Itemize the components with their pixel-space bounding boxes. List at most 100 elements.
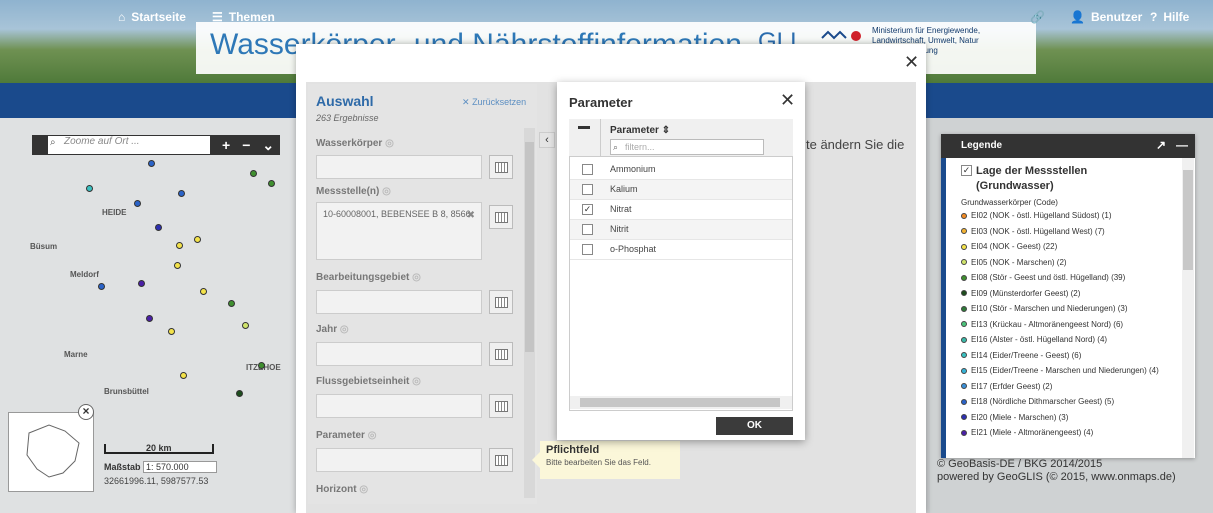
row-checkbox[interactable]	[582, 224, 593, 235]
legend-item: EI18 (Nördliche Dithmarscher Geest) (5)	[961, 397, 1114, 406]
expand-icon[interactable]: ↗	[1156, 138, 1166, 152]
grid-filter-input[interactable]: ⌕ filtern...	[610, 139, 764, 155]
measuring-point[interactable]	[228, 300, 235, 307]
grid-row[interactable]: Kalium	[570, 180, 792, 200]
close-icon[interactable]: ×	[78, 404, 94, 420]
table-icon	[494, 348, 508, 360]
measuring-point[interactable]	[146, 315, 153, 322]
messstelle-input[interactable]: 10-60008001, BEBENSEE B 8, 8566 ✖	[316, 202, 482, 260]
legend-item: EI15 (Eider/Treene - Marschen und Nieder…	[961, 366, 1159, 375]
row-checkbox[interactable]	[582, 164, 593, 175]
measuring-point[interactable]	[174, 262, 181, 269]
wasserkoerper-picker-button[interactable]	[489, 155, 513, 179]
measuring-point[interactable]	[155, 224, 162, 231]
legend-accent-bar	[941, 158, 946, 458]
nav-benutzer[interactable]: 👤 Benutzer	[1070, 10, 1142, 24]
legend-symbol-icon	[961, 305, 967, 312]
legend-item-label: EI14 (Eider/Treene - Geest) (6)	[971, 350, 1082, 360]
layer-visibility-checkbox[interactable]: ✓	[961, 165, 972, 176]
measuring-point[interactable]	[250, 170, 257, 177]
ok-button[interactable]: OK	[716, 417, 793, 435]
measuring-point[interactable]	[200, 288, 207, 295]
remove-tag-icon[interactable]: ✖	[467, 210, 475, 221]
row-label: o-Phosphat	[610, 244, 657, 254]
grid-row[interactable]: ✓ Nitrat	[570, 200, 792, 220]
grid-row[interactable]: Nitrit	[570, 220, 792, 240]
measuring-point[interactable]	[138, 280, 145, 287]
measuring-point[interactable]	[98, 283, 105, 290]
nav-startseite[interactable]: ⌂ Startseite	[118, 10, 186, 24]
legend-item: EI20 (Miele - Marschen) (3)	[961, 413, 1068, 422]
legend-symbol-icon	[961, 414, 967, 420]
legend-symbol-icon	[961, 321, 967, 327]
measuring-point[interactable]	[134, 200, 141, 207]
flussgebietseinheit-input[interactable]	[316, 394, 482, 418]
close-icon: ✕	[462, 97, 470, 107]
jahr-input[interactable]	[316, 342, 482, 366]
overview-map[interactable]	[8, 412, 94, 492]
measuring-point[interactable]	[168, 328, 175, 335]
select-all-minus-icon[interactable]	[578, 126, 590, 129]
table-icon	[494, 161, 508, 173]
measuring-point[interactable]	[268, 180, 275, 187]
column-header-parameter[interactable]: Parameter ⇕	[610, 125, 670, 136]
measuring-point[interactable]	[178, 190, 185, 197]
nav-themen[interactable]: ☰ Themen	[212, 10, 275, 24]
zoom-in-button[interactable]: +	[222, 137, 230, 153]
flussgebietseinheit-picker-button[interactable]	[489, 394, 513, 418]
tooltip-message: Bitte bearbeiten Sie das Feld.	[546, 458, 651, 467]
massstab-input[interactable]: 1: 570.000	[143, 461, 218, 473]
measuring-point[interactable]	[86, 185, 93, 192]
jahr-picker-button[interactable]	[489, 342, 513, 366]
legend-item: EI08 (Stör - Geest und östl. Hügelland) …	[961, 273, 1125, 282]
auswahl-scroll-thumb[interactable]	[525, 142, 534, 352]
legend-scroll-thumb[interactable]	[1183, 170, 1193, 270]
row-checkbox[interactable]	[582, 244, 593, 255]
field-label-text: Parameter	[316, 430, 365, 441]
nav-hilfe[interactable]: ? Hilfe	[1150, 10, 1189, 24]
filter-placeholder: filtern...	[625, 142, 655, 152]
zoom-out-button[interactable]: −	[242, 137, 250, 153]
legend-item-label: EI20 (Miele - Marschen) (3)	[971, 412, 1069, 422]
parameter-picker-button[interactable]	[489, 448, 513, 472]
select-all-cell[interactable]	[569, 119, 601, 157]
measuring-point[interactable]	[258, 362, 265, 369]
link-button[interactable]: 🔗	[1030, 10, 1045, 24]
column-header-label: Parameter	[610, 125, 659, 136]
label-wasserkoerper: Wasserkörper ◎	[316, 138, 394, 149]
bearbeitungsgebiet-input[interactable]	[316, 290, 482, 314]
measuring-point[interactable]	[242, 322, 249, 329]
table-icon	[494, 211, 508, 223]
measuring-point[interactable]	[180, 372, 187, 379]
legend-symbol-icon	[961, 259, 967, 265]
grid-scroll-thumb[interactable]	[580, 398, 780, 407]
measuring-point[interactable]	[176, 242, 183, 249]
schleswig-holstein-outline-icon	[26, 424, 80, 478]
row-checkbox[interactable]	[582, 184, 593, 195]
grid-row[interactable]: Ammonium	[570, 160, 792, 180]
legend-symbol-icon	[961, 290, 967, 296]
parameter-input[interactable]	[316, 448, 482, 472]
legend-symbol-icon	[961, 383, 967, 389]
grid-row[interactable]: o-Phosphat	[570, 240, 792, 260]
legend-item: EI04 (NOK - Geest) (22)	[961, 242, 1057, 251]
minimize-icon[interactable]: —	[1176, 138, 1188, 152]
row-checkbox-checked[interactable]: ✓	[582, 204, 593, 215]
measuring-point[interactable]	[194, 236, 201, 243]
tooltip-title: Pflichtfeld	[546, 444, 600, 456]
wasserkoerper-input[interactable]	[316, 155, 482, 179]
chevron-down-icon[interactable]: ⌄	[262, 137, 274, 154]
zoom-location-input[interactable]: ⌕ Zoome auf Ort ...	[48, 136, 210, 154]
measuring-point[interactable]	[148, 160, 155, 167]
measuring-point[interactable]	[236, 390, 243, 397]
table-icon	[494, 296, 508, 308]
close-icon[interactable]: ✕	[904, 52, 919, 73]
messstelle-picker-button[interactable]	[489, 205, 513, 229]
collapse-panel-button[interactable]: ‹	[539, 132, 555, 148]
chevron-left-icon: ‹	[545, 134, 549, 146]
reset-button[interactable]: ✕ Zurücksetzen	[462, 97, 526, 108]
close-icon[interactable]: ✕	[780, 90, 795, 111]
table-icon	[494, 454, 508, 466]
bearbeitungsgebiet-picker-button[interactable]	[489, 290, 513, 314]
help-icon: ?	[1150, 10, 1158, 24]
